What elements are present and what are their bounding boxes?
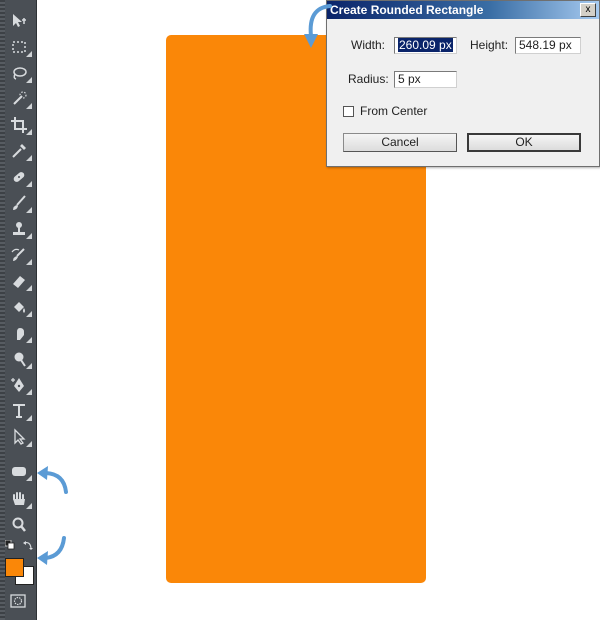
crop-tool-icon[interactable]	[8, 114, 32, 136]
marquee-tool-icon[interactable]	[8, 36, 32, 58]
move-tool-icon[interactable]	[8, 10, 30, 32]
quick-mask-icon[interactable]	[10, 594, 26, 608]
eraser-tool-icon[interactable]	[8, 270, 32, 292]
dodge-tool-icon[interactable]	[8, 348, 32, 370]
ok-button[interactable]: OK	[467, 133, 581, 152]
swap-colors-icon[interactable]	[23, 540, 33, 550]
paint-bucket-tool-icon[interactable]	[8, 296, 32, 318]
callout-arrow-icon	[304, 4, 332, 48]
brush-tool-icon[interactable]	[8, 192, 32, 214]
type-tool-icon[interactable]	[8, 400, 32, 422]
radius-field[interactable]: 5 px	[394, 71, 457, 88]
width-field-value: 260.09 px	[398, 38, 453, 52]
zoom-tool-icon[interactable]	[8, 514, 30, 536]
close-button[interactable]: x	[580, 3, 596, 17]
width-field[interactable]: 260.09 px	[394, 37, 457, 54]
smudge-tool-icon[interactable]	[8, 322, 32, 344]
lasso-tool-icon[interactable]	[8, 62, 32, 84]
from-center-label[interactable]: From Center	[360, 104, 427, 118]
height-field-value: 548.19 px	[519, 38, 572, 52]
default-colors-icon[interactable]	[5, 540, 15, 550]
height-label: Height:	[470, 38, 509, 52]
create-rounded-rectangle-dialog: Create Rounded Rectangle x Width: 260.09…	[326, 0, 600, 167]
quick-selection-tool-icon[interactable]	[8, 88, 32, 110]
hand-tool-icon[interactable]	[8, 488, 32, 510]
path-selection-tool-icon[interactable]	[8, 426, 32, 448]
foreground-color-swatch[interactable]	[5, 558, 24, 577]
callout-arrow-icon	[37, 466, 68, 494]
spot-healing-tool-icon[interactable]	[8, 166, 32, 188]
color-swatches	[3, 538, 35, 590]
pen-tool-icon[interactable]	[8, 374, 32, 396]
callout-arrow-icon	[37, 536, 66, 565]
cancel-button[interactable]: Cancel	[343, 133, 457, 152]
radius-field-value: 5 px	[398, 72, 421, 86]
panel-grip[interactable]	[0, 0, 5, 620]
history-brush-tool-icon[interactable]	[8, 244, 32, 266]
dialog-titlebar[interactable]: Create Rounded Rectangle x	[327, 1, 599, 19]
height-field[interactable]: 548.19 px	[515, 37, 581, 54]
tools-panel	[0, 0, 37, 620]
from-center-checkbox[interactable]	[343, 106, 354, 117]
eyedropper-tool-icon[interactable]	[8, 140, 32, 162]
width-label: Width:	[351, 38, 386, 52]
clone-stamp-tool-icon[interactable]	[8, 218, 32, 240]
dialog-title: Create Rounded Rectangle	[330, 3, 484, 17]
rounded-rectangle-tool-icon[interactable]	[8, 460, 32, 482]
radius-label: Radius:	[348, 72, 389, 86]
